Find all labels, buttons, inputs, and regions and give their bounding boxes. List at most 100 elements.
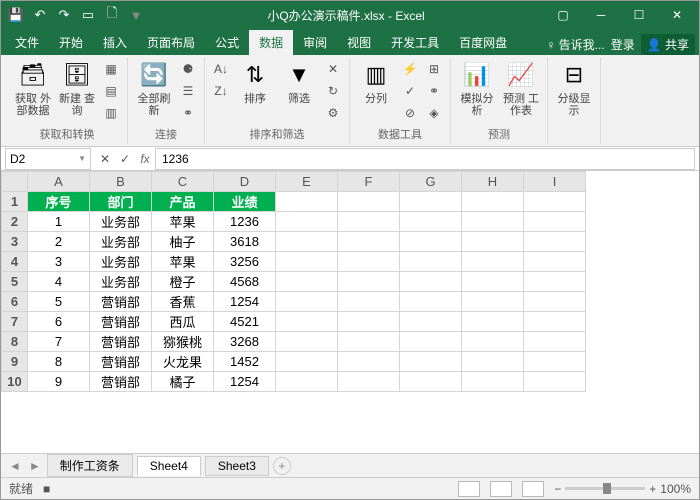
cell[interactable] xyxy=(338,332,400,352)
zoom-level[interactable]: 100% xyxy=(660,482,691,496)
cell[interactable] xyxy=(524,192,586,212)
row-header[interactable]: 4 xyxy=(2,252,28,272)
cell[interactable] xyxy=(462,212,524,232)
cell[interactable]: 1452 xyxy=(214,352,276,372)
cell[interactable] xyxy=(338,272,400,292)
connections-icon[interactable]: ⚈ xyxy=(178,59,198,79)
ribbon-options-icon[interactable]: ▢ xyxy=(545,4,581,26)
sort-asc-icon[interactable]: A↓ xyxy=(211,59,231,79)
whatif-button[interactable]: 📊模拟分析 xyxy=(457,59,497,117)
cell[interactable]: 香蕉 xyxy=(152,292,214,312)
cell[interactable] xyxy=(400,292,462,312)
cell[interactable]: 营销部 xyxy=(90,332,152,352)
name-box[interactable]: D2▼ xyxy=(5,148,91,170)
add-sheet-button[interactable]: + xyxy=(273,457,291,475)
cell[interactable]: 3 xyxy=(28,252,90,272)
cell[interactable]: 业务部 xyxy=(90,252,152,272)
cell[interactable]: 1 xyxy=(28,212,90,232)
select-all-corner[interactable] xyxy=(2,172,28,192)
cell[interactable] xyxy=(276,332,338,352)
cell[interactable] xyxy=(400,352,462,372)
row-header[interactable]: 9 xyxy=(2,352,28,372)
cell[interactable]: 营销部 xyxy=(90,372,152,392)
cell[interactable] xyxy=(276,232,338,252)
sort-button[interactable]: ⇅排序 xyxy=(235,59,275,105)
save-icon[interactable]: 💾 xyxy=(5,4,27,26)
cell[interactable] xyxy=(338,292,400,312)
enter-icon[interactable]: ✓ xyxy=(115,149,135,169)
cell[interactable]: 4521 xyxy=(214,312,276,332)
column-header[interactable]: I xyxy=(524,172,586,192)
row-header[interactable]: 8 xyxy=(2,332,28,352)
consolidate-icon[interactable]: ⊞ xyxy=(424,59,444,79)
cell[interactable] xyxy=(276,252,338,272)
cell[interactable] xyxy=(338,312,400,332)
tab-dev[interactable]: 开发工具 xyxy=(381,30,449,55)
cell[interactable] xyxy=(524,212,586,232)
fx-icon[interactable]: fx xyxy=(135,152,155,166)
cell[interactable] xyxy=(400,272,462,292)
cell[interactable]: 业务部 xyxy=(90,232,152,252)
cell[interactable] xyxy=(524,312,586,332)
table-header-cell[interactable]: 产品 xyxy=(152,192,214,212)
properties-icon[interactable]: ☰ xyxy=(178,81,198,101)
qat-btn2-icon[interactable]: 🗋 xyxy=(101,4,123,26)
cell[interactable]: 1254 xyxy=(214,292,276,312)
cell[interactable] xyxy=(462,332,524,352)
cell[interactable] xyxy=(524,232,586,252)
cell[interactable]: 1236 xyxy=(214,212,276,232)
cell[interactable]: 9 xyxy=(28,372,90,392)
cell[interactable]: 营销部 xyxy=(90,352,152,372)
cell[interactable] xyxy=(462,372,524,392)
cell[interactable] xyxy=(462,232,524,252)
cell[interactable] xyxy=(338,252,400,272)
table-header-cell[interactable]: 部门 xyxy=(90,192,152,212)
table-header-cell[interactable]: 序号 xyxy=(28,192,90,212)
row-header[interactable]: 7 xyxy=(2,312,28,332)
cell[interactable]: 苹果 xyxy=(152,252,214,272)
outline-button[interactable]: ⊟分级显示 xyxy=(554,59,594,117)
column-header[interactable]: B xyxy=(90,172,152,192)
remove-dup-icon[interactable]: ✓ xyxy=(400,81,420,101)
validation-icon[interactable]: ⊘ xyxy=(400,103,420,123)
cell[interactable]: 苹果 xyxy=(152,212,214,232)
normal-view-button[interactable] xyxy=(458,481,480,497)
login-button[interactable]: 登录 xyxy=(611,36,635,53)
column-header[interactable]: F xyxy=(338,172,400,192)
refresh-all-button[interactable]: 🔄全部刷新 xyxy=(134,59,174,117)
cell[interactable]: 4 xyxy=(28,272,90,292)
cell[interactable] xyxy=(524,332,586,352)
tab-review[interactable]: 审阅 xyxy=(293,30,337,55)
cell[interactable] xyxy=(276,372,338,392)
get-external-data-button[interactable]: 🗃获取 外部数据 xyxy=(13,59,53,117)
cell[interactable]: 4568 xyxy=(214,272,276,292)
zoom-out-button[interactable]: − xyxy=(554,482,561,496)
table-header-cell[interactable]: 业绩 xyxy=(214,192,276,212)
sheet-tab[interactable]: Sheet3 xyxy=(205,456,269,476)
cell[interactable]: 2 xyxy=(28,232,90,252)
cell[interactable] xyxy=(400,192,462,212)
cell[interactable] xyxy=(524,372,586,392)
cell[interactable] xyxy=(462,272,524,292)
cell[interactable]: 营销部 xyxy=(90,292,152,312)
cell[interactable] xyxy=(462,252,524,272)
clear-filter-icon[interactable]: ✕ xyxy=(323,59,343,79)
formula-input[interactable]: 1236 xyxy=(155,148,695,170)
cell[interactable] xyxy=(524,352,586,372)
row-header[interactable]: 1 xyxy=(2,192,28,212)
zoom-in-button[interactable]: + xyxy=(649,482,656,496)
column-header[interactable]: G xyxy=(400,172,462,192)
cell[interactable] xyxy=(462,352,524,372)
cell[interactable] xyxy=(276,272,338,292)
cell[interactable] xyxy=(462,312,524,332)
cell[interactable]: 3268 xyxy=(214,332,276,352)
reapply-icon[interactable]: ↻ xyxy=(323,81,343,101)
page-break-view-button[interactable] xyxy=(522,481,544,497)
cell[interactable]: 1254 xyxy=(214,372,276,392)
cell[interactable]: 7 xyxy=(28,332,90,352)
new-query-button[interactable]: 🗄新建 查询 xyxy=(57,59,97,117)
cell[interactable] xyxy=(524,272,586,292)
cell[interactable]: 橘子 xyxy=(152,372,214,392)
tab-home[interactable]: 开始 xyxy=(49,30,93,55)
show-queries-icon[interactable]: ▦ xyxy=(101,59,121,79)
